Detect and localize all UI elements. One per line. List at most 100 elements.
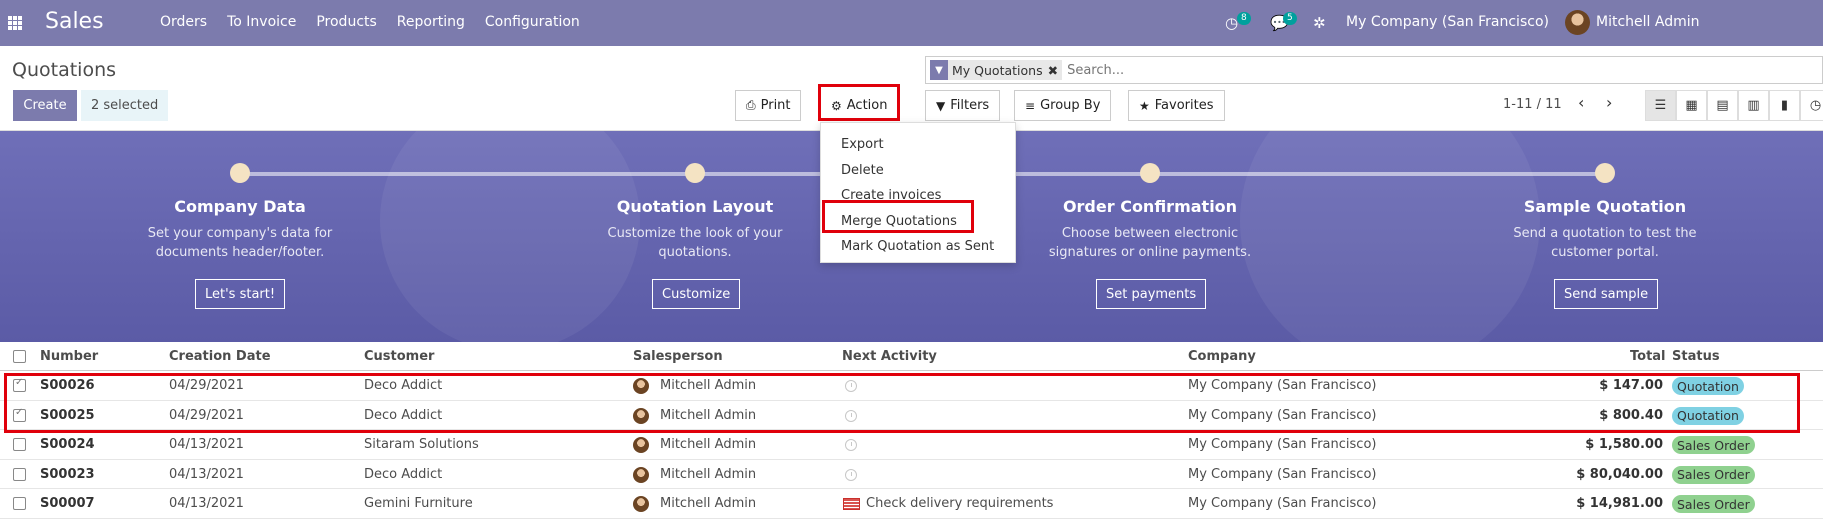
column-total[interactable]: Total	[1630, 349, 1666, 364]
activity-view-icon[interactable]: ◷	[1800, 90, 1823, 121]
print-button[interactable]: ⎙ Print	[735, 90, 801, 121]
table-body: S00026 04/29/2021 Deco Addict Mitchell Admi…	[0, 371, 1823, 519]
menu-item-delete[interactable]: Delete	[821, 158, 1015, 184]
app-name[interactable]: Sales	[45, 9, 104, 34]
user-menu[interactable]: Mitchell Admin	[1596, 14, 1700, 30]
status-badge: Sales Order	[1672, 495, 1755, 513]
column-creation-date[interactable]: Creation Date	[169, 349, 271, 364]
facet-label: My Quotations	[952, 62, 1043, 78]
apps-menu-icon[interactable]	[8, 16, 22, 30]
column-salesperson[interactable]: Salesperson	[633, 349, 723, 364]
order-total: $ 14,981.00	[1576, 496, 1663, 511]
table-header: Number Creation Date Customer Salesperso…	[0, 342, 1823, 371]
favorites-button[interactable]: ★ Favorites	[1128, 90, 1225, 121]
company-name: My Company (San Francisco)	[1188, 496, 1377, 511]
action-button[interactable]: ⚙ Action	[820, 90, 898, 121]
column-status[interactable]: Status	[1672, 349, 1720, 364]
step-title: Order Confirmation	[1062, 197, 1238, 216]
company-name: My Company (San Francisco)	[1188, 407, 1377, 423]
table-row[interactable]: S00007 04/13/2021 Gemini Furniture Mitchell…	[0, 489, 1823, 519]
list-view-icon[interactable]: ☰	[1645, 90, 1676, 121]
create-button[interactable]: Create	[13, 90, 77, 121]
quotations-table: Number Creation Date Customer Salesperso…	[0, 342, 1823, 519]
step-description: quotations.	[658, 245, 732, 260]
row-checkbox[interactable]	[13, 467, 26, 481]
select-all-checkbox[interactable]	[13, 350, 26, 363]
company-switcher[interactable]: My Company (San Francisco)	[1346, 14, 1549, 30]
pager-next-icon[interactable]: ›	[1606, 93, 1612, 112]
activity-clock-icon[interactable]	[845, 409, 857, 422]
row-checkbox[interactable]	[13, 497, 26, 510]
filters-button[interactable]: ▼ Filters	[925, 90, 1000, 121]
favorites-label: Favorites	[1154, 98, 1214, 113]
order-number: S00024	[40, 437, 95, 452]
menu-item-create-invoices[interactable]: Create invoices	[821, 183, 1015, 209]
row-checkbox[interactable]	[13, 407, 26, 422]
set-payments-button[interactable]: Set payments	[1096, 279, 1207, 309]
top-navbar: Sales Orders To Invoice Products Reporti…	[0, 0, 1823, 46]
step-dot	[1140, 163, 1160, 183]
menu-configuration[interactable]: Configuration	[485, 14, 580, 30]
step-description: documents header/footer.	[155, 245, 325, 260]
step-description: Choose between electronic	[1061, 226, 1239, 241]
control-panel: Quotations Create 2 selected ⎙ Print ⚙ A…	[0, 46, 1823, 131]
lets-start-button[interactable]: Let's start!	[195, 279, 286, 309]
customer-name: Deco Addict	[364, 378, 443, 393]
pager-value[interactable]: 1-11 / 11	[1503, 97, 1562, 112]
order-number: S00007	[40, 496, 95, 511]
step-dot	[1595, 163, 1615, 183]
creation-date: 04/29/2021	[169, 378, 244, 393]
debug-bug-icon[interactable]: ✲	[1313, 14, 1326, 32]
menu-reporting[interactable]: Reporting	[397, 14, 465, 30]
menu-products[interactable]: Products	[316, 14, 376, 30]
row-checkbox[interactable]	[13, 438, 26, 451]
step-description: Send a quotation to test the	[1513, 226, 1697, 241]
pivot-view-icon[interactable]: ▥	[1738, 90, 1769, 121]
column-company[interactable]: Company	[1188, 349, 1256, 364]
step-description: Customize the look of your	[607, 226, 783, 241]
activity-clock-icon[interactable]	[845, 468, 857, 481]
menu-item-export[interactable]: Export	[821, 132, 1015, 158]
step-description: Set your company's data for	[147, 226, 333, 241]
selection-count: 2 selected	[81, 90, 169, 121]
activity-flag-icon[interactable]	[843, 498, 860, 510]
print-icon: ⎙	[746, 98, 756, 112]
main-menu: Orders To Invoice Products Reporting Con…	[160, 14, 600, 30]
column-customer[interactable]: Customer	[364, 349, 434, 364]
column-next-activity[interactable]: Next Activity	[842, 349, 937, 364]
row-checkbox[interactable]	[13, 377, 26, 392]
send-sample-button[interactable]: Send sample	[1554, 279, 1659, 309]
calendar-view-icon[interactable]: ▤	[1707, 90, 1738, 121]
customize-button[interactable]: Customize	[652, 279, 741, 309]
menu-item-mark-sent[interactable]: Mark Quotation as Sent	[821, 234, 1015, 260]
creation-date: 04/13/2021	[169, 496, 244, 511]
table-row[interactable]: S00025 04/29/2021 Deco Addict Mitchell Admi…	[0, 401, 1823, 430]
group-by-label: Group By	[1040, 98, 1101, 113]
view-switcher: ☰ ▦ ▤ ▥ ▮ ◷	[1645, 90, 1823, 121]
status-badge: Quotation	[1672, 406, 1744, 425]
activity-clock-icon[interactable]	[845, 439, 857, 451]
pager-previous-icon[interactable]: ‹	[1578, 93, 1584, 112]
order-total: $ 147.00	[1599, 378, 1663, 393]
filter-icon: ▼	[936, 98, 946, 113]
graph-view-icon[interactable]: ▮	[1769, 90, 1800, 121]
filter-icon: ▼	[930, 60, 948, 80]
search-input[interactable]	[1067, 62, 1368, 78]
search-facet: ▼ My Quotations ✖	[930, 60, 1063, 80]
table-row[interactable]: S00023 04/13/2021 Deco Addict Mitchell Admi…	[0, 460, 1823, 489]
column-number[interactable]: Number	[40, 349, 98, 364]
group-by-button[interactable]: ≡ Group By	[1014, 90, 1111, 121]
step-description: signatures or online payments.	[1048, 245, 1252, 260]
table-row[interactable]: S00024 04/13/2021 Sitaram Solutions Mitchel…	[0, 430, 1823, 460]
menu-orders[interactable]: Orders	[160, 14, 207, 30]
user-avatar[interactable]	[1565, 10, 1590, 35]
table-row[interactable]: S00026 04/29/2021 Deco Addict Mitchell Admi…	[0, 371, 1823, 401]
activity-clock-icon[interactable]	[845, 380, 857, 392]
facet-remove-icon[interactable]: ✖	[1048, 63, 1058, 78]
kanban-view-icon[interactable]: ▦	[1676, 90, 1707, 121]
menu-to-invoice[interactable]: To Invoice	[227, 14, 296, 30]
order-total: $ 1,580.00	[1585, 437, 1663, 452]
order-number: S00026	[40, 378, 95, 393]
menu-item-merge-quotations[interactable]: Merge Quotations	[821, 209, 1015, 235]
order-number: S00023	[40, 466, 95, 482]
